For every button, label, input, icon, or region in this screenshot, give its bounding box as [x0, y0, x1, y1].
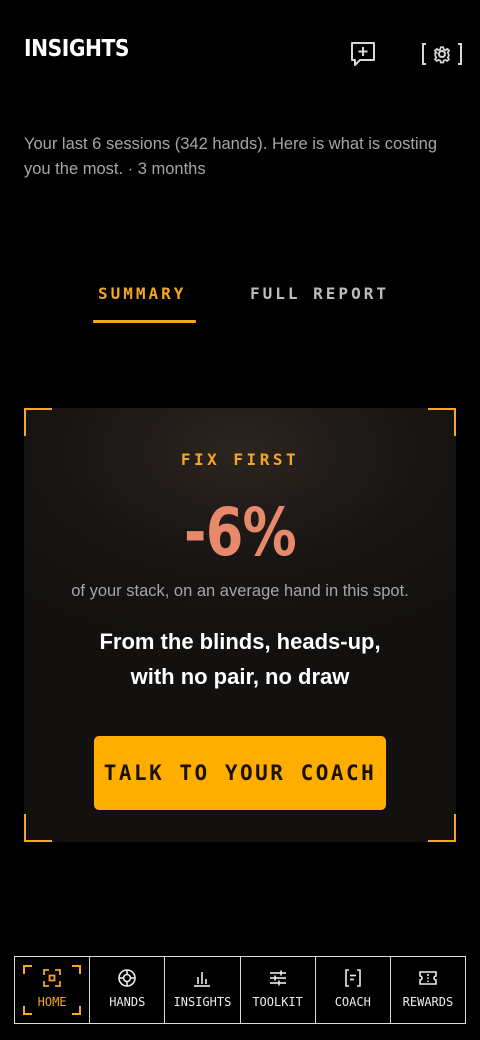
nav-label: HANDS	[109, 995, 146, 1009]
corner-bracket	[428, 408, 456, 436]
corner-bracket	[24, 814, 52, 842]
talk-to-coach-button[interactable]: TALK TO YOUR COACH	[94, 736, 386, 810]
page-title: INSIGHTS	[24, 36, 129, 62]
tab-bar: SUMMARY FULL REPORT	[0, 270, 480, 326]
bottom-nav: HOME HANDS INSIGHTS TOOLKIT COACH REWARD…	[14, 956, 466, 1024]
active-bracket	[72, 965, 82, 974]
nav-label: REWARDS	[402, 995, 454, 1009]
ticket-icon	[417, 967, 439, 989]
talk-to-coach-label: TALK TO YOUR COACH	[103, 761, 377, 785]
corner-bracket	[24, 408, 52, 436]
nav-label: INSIGHTS	[173, 995, 232, 1009]
nav-item-toolkit[interactable]: TOOLKIT	[241, 957, 316, 1023]
insights-summary-text: Your last 6 sessions (342 hands). Here i…	[24, 135, 438, 178]
nav-item-coach[interactable]: COACH	[316, 957, 391, 1023]
nav-item-insights[interactable]: INSIGHTS	[165, 957, 241, 1023]
bar-chart-icon	[191, 967, 213, 989]
active-tab-indicator	[93, 320, 196, 323]
nav-item-home[interactable]: HOME	[15, 957, 91, 1023]
settings-button[interactable]	[420, 36, 464, 72]
poker-chip-icon	[116, 967, 138, 989]
stack-loss-value: -6%	[184, 494, 297, 571]
corner-bracket	[428, 814, 456, 842]
sliders-icon	[267, 967, 289, 989]
nav-item-hands[interactable]: HANDS	[90, 957, 166, 1023]
active-bracket	[72, 1006, 82, 1015]
chat-bracket-icon	[342, 967, 364, 989]
message-plus-icon	[351, 42, 375, 66]
nav-item-rewards[interactable]: REWARDS	[391, 957, 465, 1023]
active-bracket	[23, 1006, 32, 1015]
header: INSIGHTS	[0, 0, 480, 110]
leak-spot-description: From the blinds, heads-up, with no pair,…	[99, 629, 381, 689]
nav-label: COACH	[334, 995, 371, 1009]
nav-label: HOME	[37, 995, 67, 1009]
tab-full-report[interactable]: FULL REPORT	[250, 284, 389, 303]
tab-summary[interactable]: SUMMARY	[98, 284, 186, 303]
focus-target-icon	[41, 967, 63, 989]
nav-label: TOOLKIT	[252, 995, 303, 1009]
gear-icon	[422, 43, 462, 65]
card-eyebrow: FIX FIRST	[180, 450, 300, 469]
stack-loss-caption: of your stack, on an average hand in thi…	[71, 582, 409, 600]
active-bracket	[23, 965, 32, 974]
add-message-button[interactable]	[345, 36, 381, 72]
fix-first-card: FIX FIRST -6% of your stack, on an avera…	[24, 408, 456, 842]
